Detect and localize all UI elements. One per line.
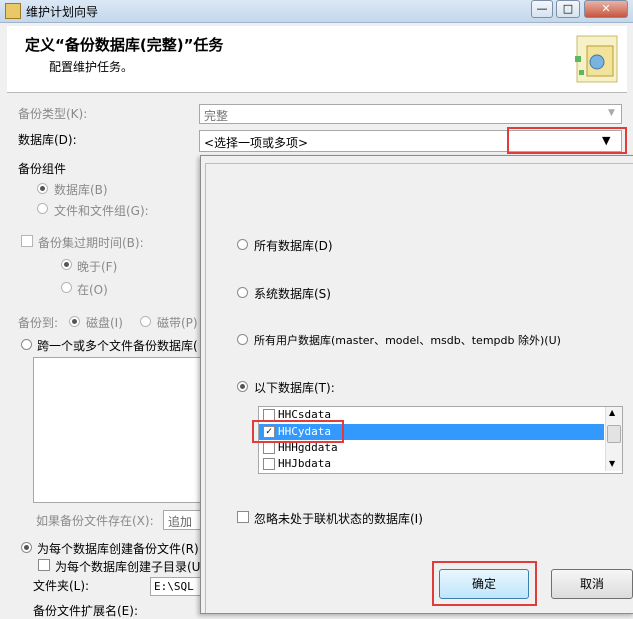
expire-label: 备份集过期时间(B):: [38, 236, 144, 250]
if-exists-label: 如果备份文件存在(X):: [36, 514, 154, 528]
radio-per-db-file[interactable]: [21, 542, 32, 553]
per-db-subdir-checkbox[interactable]: [38, 559, 50, 571]
radio-tape-label: 磁带(P): [157, 316, 198, 330]
list-scrollbar[interactable]: ▲ ▼: [605, 407, 622, 471]
per-db-subdir-label: 为每个数据库创建子目录(U: [55, 560, 201, 574]
backup-type-select[interactable]: 完整: [199, 104, 622, 124]
radio-span-files[interactable]: [21, 339, 32, 350]
radio-later-label: 晚于(F): [77, 260, 118, 274]
radio-database[interactable]: [37, 183, 48, 194]
folder-label: 文件夹(L):: [33, 579, 90, 593]
annotation-highlight-box: [432, 561, 537, 606]
ignore-offline-label: 忽略未处于联机状态的数据库(I): [254, 512, 423, 526]
scroll-down-icon[interactable]: ▼: [609, 459, 615, 468]
annotation-highlight-box: [252, 420, 344, 443]
radio-all-databases-label: 所有数据库(D): [254, 239, 333, 253]
wizard-header: 定义“备份数据库(完整)”任务 配置维护任务。: [7, 26, 627, 93]
radio-these-databases-label: 以下数据库(T):: [254, 381, 335, 395]
window-title: 维护计划向导: [26, 5, 99, 19]
backup-type-label: 备份类型(K):: [18, 107, 88, 121]
cancel-button[interactable]: 取消: [551, 569, 633, 599]
db-checkbox[interactable]: [263, 442, 275, 454]
minimize-button[interactable]: —: [531, 0, 553, 18]
scroll-up-icon[interactable]: ▲: [609, 408, 615, 417]
backup-files-list[interactable]: [33, 357, 203, 503]
radio-disk-label: 磁盘(I): [86, 316, 123, 330]
extension-label: 备份文件扩展名(E):: [33, 604, 138, 618]
db-checkbox[interactable]: [263, 458, 275, 470]
radio-user-databases-label: 所有用户数据库(master、model、msdb、tempdb 除外)(U): [254, 334, 561, 347]
radio-system-databases-label: 系统数据库(S): [254, 287, 331, 301]
ignore-offline-checkbox[interactable]: [237, 511, 249, 523]
radio-disk[interactable]: [69, 316, 80, 327]
radio-files-label: 文件和文件组(G):: [54, 204, 149, 218]
chevron-down-icon: ▼: [608, 108, 615, 118]
radio-user-databases[interactable]: [237, 334, 248, 345]
radio-these-databases[interactable]: [237, 381, 248, 392]
radio-tape[interactable]: [140, 316, 151, 327]
database-label: 数据库(D):: [18, 133, 77, 147]
folder-input[interactable]: E:\SQL 2: [150, 577, 203, 596]
radio-system-databases[interactable]: [237, 287, 248, 298]
radio-span-files-label: 跨一个或多个文件备份数据库(: [37, 339, 198, 353]
page-subtitle: 配置维护任务。: [49, 60, 134, 74]
scrollbar-thumb[interactable]: [607, 425, 621, 443]
radio-on[interactable]: [61, 282, 72, 293]
db-name: HHJbdata: [278, 457, 331, 470]
radio-per-db-file-label: 为每个数据库创建备份文件(R): [37, 542, 199, 556]
radio-all-databases[interactable]: [237, 239, 248, 250]
radio-files[interactable]: [37, 203, 48, 214]
radio-database-label: 数据库(B): [54, 183, 108, 197]
page-title: 定义“备份数据库(完整)”任务: [25, 36, 224, 54]
backup-to-label: 备份到:: [18, 316, 59, 330]
radio-later[interactable]: [61, 259, 72, 270]
list-item[interactable]: HHJbdata: [259, 456, 604, 472]
backup-component-label: 备份组件: [18, 162, 67, 176]
close-button[interactable]: ✕: [584, 0, 628, 18]
if-exists-select[interactable]: 追加: [163, 510, 203, 530]
maximize-button[interactable]: □: [556, 0, 580, 18]
radio-on-label: 在(O): [77, 283, 108, 297]
wizard-app-icon: [5, 3, 21, 19]
wizard-logo-icon: [575, 35, 618, 83]
annotation-highlight-box: [507, 127, 627, 154]
title-bar: 维护计划向导 — □ ✕: [0, 0, 633, 23]
expire-checkbox[interactable]: [21, 235, 33, 247]
